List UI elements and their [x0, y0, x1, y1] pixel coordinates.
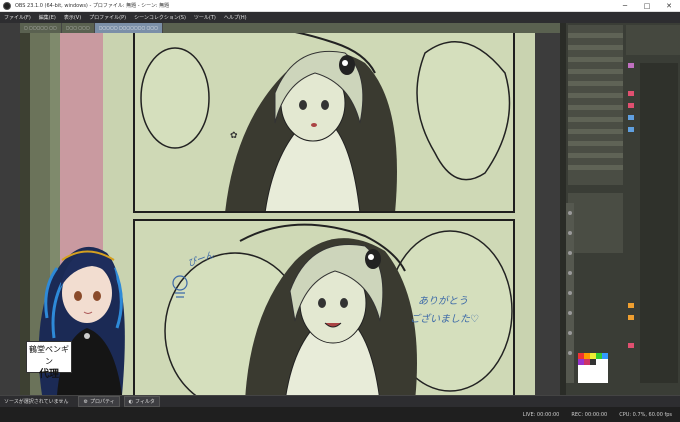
- maximize-button[interactable]: □: [636, 0, 658, 12]
- menu-help[interactable]: ヘルプ(H): [224, 14, 247, 21]
- close-button[interactable]: ✕: [658, 0, 680, 12]
- menu-scene-collection[interactable]: シーンコレクション(S): [134, 14, 186, 21]
- menu-tools[interactable]: ツール(T): [194, 14, 216, 21]
- source-toolbar: ソースが選択されていません ⚙ プロパティ ◐ フィルタ: [0, 395, 680, 407]
- tool-panel-graphic: [560, 23, 680, 395]
- captured-tab-active: ▢▢▢▢▢ ▢▢▢▢▢▢▢ ▢▢▢: [94, 23, 163, 33]
- captured-tool-panel: [560, 23, 680, 395]
- filters-button[interactable]: ◐ フィルタ: [123, 396, 160, 407]
- drawing-canvas: ✿: [103, 33, 535, 399]
- menu-profile[interactable]: プロファイル(P): [89, 14, 126, 21]
- obs-logo-icon: [3, 1, 11, 10]
- captured-tab: ▢▢▢ ▢▢▢: [62, 23, 95, 33]
- properties-label: プロパティ: [89, 399, 115, 405]
- vtuber-name-line1: 鶴堂ペンギン: [29, 345, 69, 366]
- properties-button[interactable]: ⚙ プロパティ: [78, 396, 120, 407]
- menu-view[interactable]: 表示(V): [64, 14, 81, 21]
- menu-file[interactable]: ファイル(F): [4, 14, 31, 21]
- speech-bubble-line1: ありがとう: [418, 296, 468, 307]
- status-bar: LIVE: 00:00:00 REC: 00:00:00 CPU: 0.7%, …: [0, 407, 680, 422]
- menu-edit[interactable]: 編集(E): [39, 14, 56, 21]
- minimize-button[interactable]: ─: [614, 0, 636, 12]
- rec-status: REC: 00:00:00: [571, 411, 608, 418]
- svg-text:✿: ✿: [230, 131, 238, 141]
- captured-app-tab-strip: ▢ ▢▢▢▢▢ ▢▢ ▢▢▢ ▢▢▢ ▢▢▢▢▢ ▢▢▢▢▢▢▢ ▢▢▢: [20, 23, 560, 33]
- gear-icon: ⚙: [83, 398, 88, 405]
- filters-label: フィルタ: [135, 399, 155, 405]
- speech-bubble-line2: ございました♡: [410, 314, 479, 325]
- window-title: OBS 23.1.0 (64-bit, windows) - プロファイル: 無…: [15, 3, 170, 9]
- cpu-status: CPU: 0.7%, 60.00 fps: [619, 411, 672, 418]
- vtuber-name-label: 鶴堂ペンギン 代理: [26, 341, 72, 380]
- menu-bar: ファイル(F) 編集(E) 表示(V) プロファイル(P) シーンコレクション(…: [0, 12, 680, 23]
- captured-tab: ▢ ▢▢▢▢▢ ▢▢: [20, 23, 62, 33]
- live-status: LIVE: 00:00:00: [522, 411, 560, 418]
- manga-panel-top: ✿: [133, 33, 515, 213]
- vtuber-name-line2: 代理: [39, 369, 59, 380]
- title-bar: OBS 23.1.0 (64-bit, windows) - プロファイル: 無…: [0, 0, 680, 12]
- manga-panel-bottom: [133, 219, 515, 399]
- manga-illustration-top: ✿: [140, 33, 511, 211]
- no-source-selected-text: ソースが選択されていません: [4, 399, 69, 405]
- filter-icon: ◐: [128, 398, 134, 405]
